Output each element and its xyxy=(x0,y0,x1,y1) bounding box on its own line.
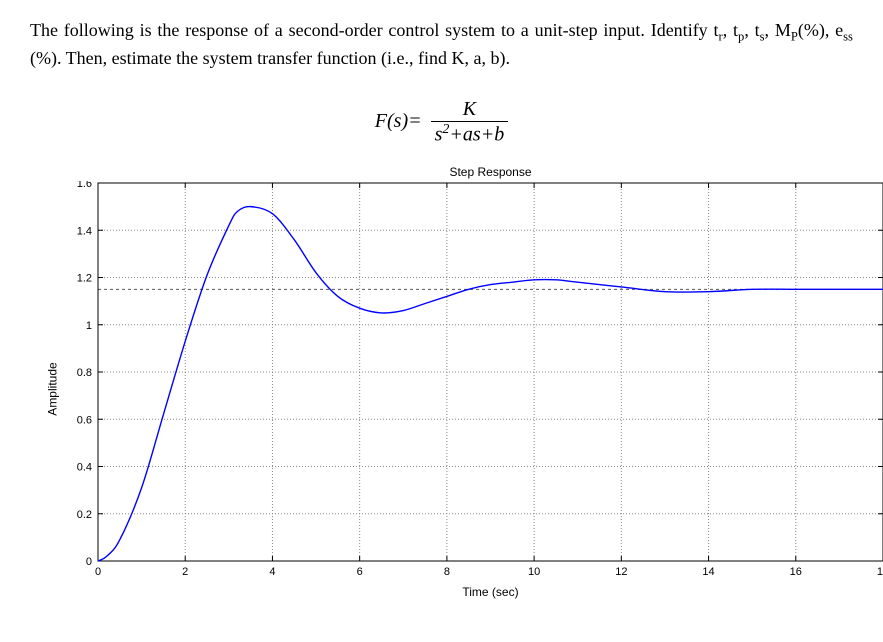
problem-statement: The following is the response of a secon… xyxy=(30,18,853,70)
svg-text:0.8: 0.8 xyxy=(77,367,92,379)
svg-text:0.2: 0.2 xyxy=(77,508,92,520)
svg-text:1: 1 xyxy=(86,319,92,331)
svg-text:10: 10 xyxy=(528,566,540,578)
chart-xlabel: Time (sec) xyxy=(98,585,883,599)
problem-line1: The following is the response of a secon… xyxy=(30,20,645,40)
transfer-function-equation: F(s)= K s2+as+b xyxy=(30,98,853,147)
svg-text:14: 14 xyxy=(702,566,714,578)
svg-text:1.2: 1.2 xyxy=(77,272,92,284)
svg-text:1.4: 1.4 xyxy=(77,225,92,237)
svg-text:0.6: 0.6 xyxy=(77,414,92,426)
chart-title: Step Response xyxy=(98,165,883,179)
svg-text:6: 6 xyxy=(357,566,363,578)
svg-text:4: 4 xyxy=(269,566,275,578)
svg-text:1.6: 1.6 xyxy=(77,181,92,190)
chart-svg: 0 2 4 6 8 10 12 14 16 18 0 0.2 0.4 0.6 0.8 1 1.2 1.4 1.6 xyxy=(70,181,883,581)
svg-text:0: 0 xyxy=(86,556,92,568)
svg-text:18: 18 xyxy=(877,566,883,578)
svg-text:0.4: 0.4 xyxy=(77,461,92,473)
svg-text:16: 16 xyxy=(790,566,802,578)
svg-text:8: 8 xyxy=(444,566,450,578)
svg-text:2: 2 xyxy=(182,566,188,578)
chart-ylabel: Amplitude xyxy=(46,362,60,415)
svg-text:12: 12 xyxy=(615,566,627,578)
step-response-chart: Step Response Amplitude 0246810121416180… xyxy=(70,165,853,599)
svg-text:0: 0 xyxy=(95,566,101,578)
